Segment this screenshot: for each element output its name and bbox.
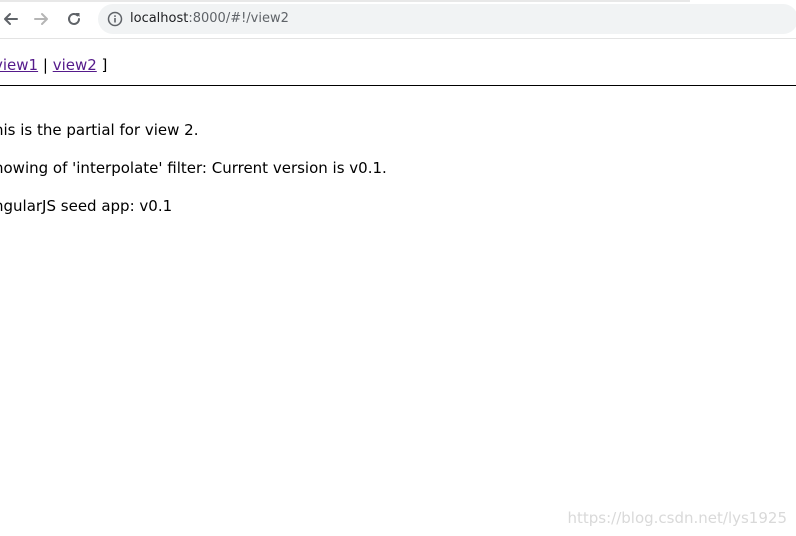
forward-button[interactable] [30,8,52,30]
watermark: https://blog.csdn.net/lys1925 [567,509,788,527]
interpolate-text: howing of 'interpolate' filter: Current … [0,159,387,177]
address-bar[interactable]: localhost:8000/#!/view2 [98,4,796,34]
app-version-text: ngularJS seed app: v0.1 [0,197,173,215]
partial-text: his is the partial for view 2. [0,121,199,139]
back-button[interactable] [0,8,22,30]
page: localhost:8000/#!/view2 view1 | view2 ] … [0,0,796,536]
info-icon[interactable] [107,11,123,27]
url-path: :8000/#!/view2 [188,11,289,26]
arrow-right-icon [34,13,48,25]
view-menu: view1 | view2 ] [0,55,107,75]
tab-strip-edge [0,0,690,2]
url-text[interactable]: localhost:8000/#!/view2 [130,10,289,28]
menu-separator: | [38,56,53,74]
divider [0,85,796,86]
view2-link[interactable]: view2 [53,56,97,74]
reload-icon [68,12,80,25]
url-host: localhost [130,11,189,26]
reload-button[interactable] [63,8,85,30]
arrow-left-icon [4,13,18,25]
browser-toolbar: localhost:8000/#!/view2 [0,0,796,39]
view1-link[interactable]: view1 [0,56,38,74]
menu-close-bracket: ] [96,56,108,74]
